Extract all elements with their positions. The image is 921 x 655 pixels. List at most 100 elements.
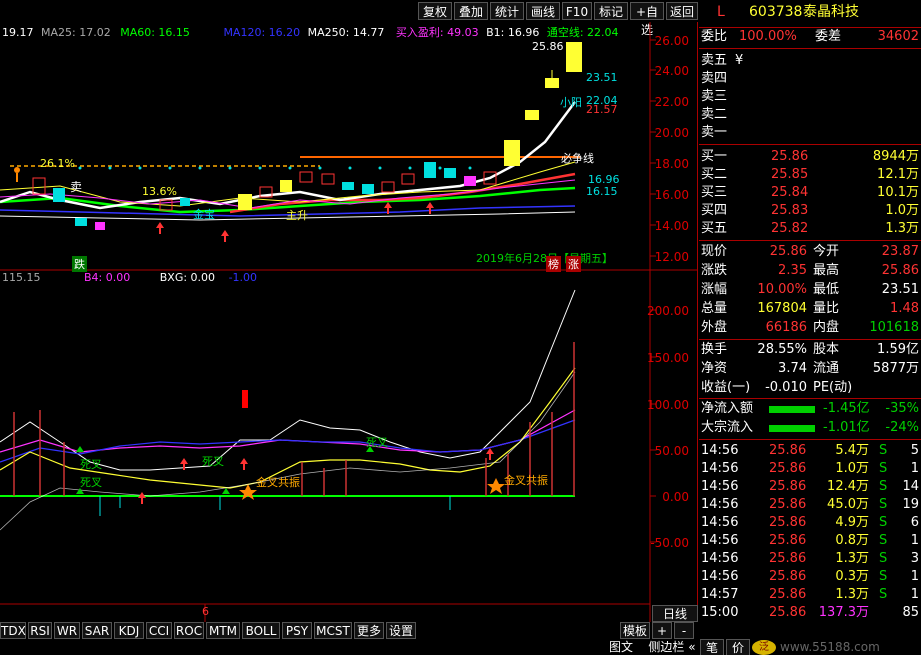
sub-indicator-blue: -1.00: [228, 271, 258, 284]
indicator-tab[interactable]: ROC: [174, 622, 204, 639]
toolbar-f10-button[interactable]: F10: [562, 2, 592, 20]
tick-row[interactable]: 14:56 25.86 0.3万 S 1: [699, 568, 921, 586]
ask-label: 卖二: [701, 107, 728, 122]
fundamental-row: 收益(一) -0.010 PE(动): [699, 379, 921, 397]
small-yang-label: 小阳: [560, 96, 582, 109]
toolbar-add-watch-button[interactable]: +自选: [630, 2, 664, 37]
stat-label: 涨跌: [701, 263, 728, 278]
sub-left-value: 115.15: [2, 271, 41, 284]
tick-row[interactable]: 15:00 25.86 137.3万 85: [699, 604, 921, 622]
bizheng-line-label: 必争线: [561, 152, 594, 165]
indicator-tab[interactable]: PSY: [282, 622, 312, 639]
toolbar-stats-button[interactable]: 统计: [490, 2, 524, 20]
tick-list[interactable]: 14:56 25.86 5.4万 S 5 14:56 25.86 1.0万 S 1 14:56 25.…: [699, 442, 921, 624]
quote-fundamentals: 换手 28.55% 股本 1.59亿 净资 3.74 流通 5877万 收益(一) -0.010 P…: [699, 341, 921, 397]
stat-row: 现价 25.86 今开 23.87: [699, 243, 921, 261]
ask-label: 卖五: [701, 53, 728, 68]
zoom-out-button[interactable]: -: [674, 622, 694, 639]
golden-cross-label: 金叉共振: [256, 476, 300, 489]
tick-time: 14:56: [701, 515, 739, 530]
golden-label: 金宝: [193, 208, 215, 221]
bid-row[interactable]: 买二 25.85 12.1万: [699, 166, 921, 184]
tick-row[interactable]: 14:56 25.86 1.3万 S 3: [699, 550, 921, 568]
date-label: 2019年6月28日【星期五】: [476, 252, 613, 265]
price-line-2351: 23.51: [586, 71, 618, 84]
indicator-tab[interactable]: BOLL: [242, 622, 280, 639]
tick-row[interactable]: 14:56 25.86 12.4万 S 14: [699, 478, 921, 496]
toolbar-back-button[interactable]: 返回: [666, 2, 698, 20]
ask-label: 卖一: [701, 125, 728, 140]
bid-row[interactable]: 买五 25.82 1.3万: [699, 220, 921, 238]
tick-price: 25.86: [769, 605, 807, 620]
sidebar-toggle[interactable]: 侧边栏 «: [646, 639, 698, 655]
ask-row[interactable]: 卖二: [699, 106, 921, 124]
stat-value: 1.48: [890, 301, 919, 316]
tick-price: 25.86: [769, 497, 807, 512]
fundamental-label: PE(动): [813, 380, 853, 395]
market-marker: L: [717, 4, 725, 20]
ask-row[interactable]: 卖五 ¥: [699, 52, 921, 70]
stat-row: 涨幅 10.00% 最低 23.51: [699, 281, 921, 299]
indicator-tab[interactable]: WR: [54, 622, 80, 639]
tick-row[interactable]: 14:57 25.86 1.3万 S 1: [699, 586, 921, 604]
tick-time: 14:56: [701, 497, 739, 512]
indicator-tab[interactable]: MTM: [206, 622, 240, 639]
bid-row[interactable]: 买四 25.83 1.0万: [699, 202, 921, 220]
tick-row[interactable]: 14:56 25.86 5.4万 S 5: [699, 442, 921, 460]
stat-row: 涨跌 2.35 最高 25.86: [699, 262, 921, 280]
zoom-in-button[interactable]: +: [652, 622, 672, 639]
quote-header: L 603738 泰晶科技: [699, 3, 921, 25]
indicator-tab[interactable]: RSI: [28, 622, 52, 639]
bid-volume: 8944万: [872, 149, 919, 164]
tick-volume: 0.8万: [835, 533, 869, 548]
tick-row[interactable]: 14:56 25.86 4.9万 S 6: [699, 514, 921, 532]
death-cross-label: 死叉: [366, 436, 388, 449]
tick-volume: 45.0万: [827, 497, 869, 512]
f10-link[interactable]: 图文F10: [598, 639, 644, 655]
logo-icon: 泛: [752, 640, 776, 655]
order-ratio-row: 委比 100.00% 委差 34602: [699, 28, 921, 46]
price-tab-button[interactable]: 价: [726, 639, 750, 655]
stat-value: 167804: [757, 301, 807, 316]
kline-chart-area[interactable]: 19.17 MA25: 17.02 MA60: 16.15 MA120: 16.…: [0, 22, 698, 622]
sub-y-tick-50: 50.00: [654, 444, 689, 458]
tick-row[interactable]: 14:56 25.86 1.0万 S 1: [699, 460, 921, 478]
tick-row[interactable]: 14:56 25.86 45.0万 S 19: [699, 496, 921, 514]
bid-label: 买二: [701, 167, 728, 182]
toolbar-draw-button[interactable]: 画线: [526, 2, 560, 20]
ask-row[interactable]: 卖一: [699, 124, 921, 142]
bid-row[interactable]: 买三 25.84 10.1万: [699, 184, 921, 202]
tick-price: 25.86: [769, 461, 807, 476]
y-tick-18: 18.00: [654, 157, 689, 171]
bid-row[interactable]: 买一 25.86 8944万: [699, 148, 921, 166]
toolbar-restore-button[interactable]: 复权: [418, 2, 452, 20]
tick-count: 1: [910, 587, 919, 602]
bottom-bar: TDX RSI WR SAR KDJ CCI ROC MTM BOLL PSY MCST 更多 设置 模…: [0, 605, 921, 655]
tick-tab-button[interactable]: 笔: [700, 639, 724, 655]
tick-row[interactable]: 14:56 25.86 0.8万 S 1: [699, 532, 921, 550]
death-cross-label: 死叉: [80, 476, 102, 489]
indicator-tab[interactable]: TDX: [0, 622, 26, 639]
indicator-tab[interactable]: 设置: [386, 622, 416, 639]
sub-indicator-row: 115.15 B4: 0.00 BXG: 0.00 -1.00: [2, 271, 642, 284]
stat-label: 内盘: [813, 320, 840, 335]
pct-13-label: 13.6%: [142, 185, 177, 198]
indicator-tab[interactable]: SAR: [82, 622, 112, 639]
ask-row[interactable]: 卖三: [699, 88, 921, 106]
indicator-tab[interactable]: MCST: [314, 622, 352, 639]
tick-count: 14: [902, 479, 919, 494]
rise-badge: 涨: [566, 256, 581, 272]
tick-count: 19: [902, 497, 919, 512]
tick-count: 5: [910, 443, 919, 458]
bid-price: 25.82: [771, 221, 809, 236]
indicator-tab[interactable]: 更多: [354, 622, 384, 639]
template-button[interactable]: 模板: [620, 622, 650, 639]
fundamental-row: 净资 3.74 流通 5877万: [699, 360, 921, 378]
stat-row: 总量 167804 量比 1.48: [699, 300, 921, 318]
period-button[interactable]: 日线: [652, 605, 698, 622]
indicator-tab[interactable]: CCI: [146, 622, 172, 639]
ask-row[interactable]: 卖四: [699, 70, 921, 88]
indicator-tab[interactable]: KDJ: [114, 622, 144, 639]
toolbar-mark-button[interactable]: 标记: [594, 2, 628, 20]
toolbar-overlay-button[interactable]: 叠加: [454, 2, 488, 20]
